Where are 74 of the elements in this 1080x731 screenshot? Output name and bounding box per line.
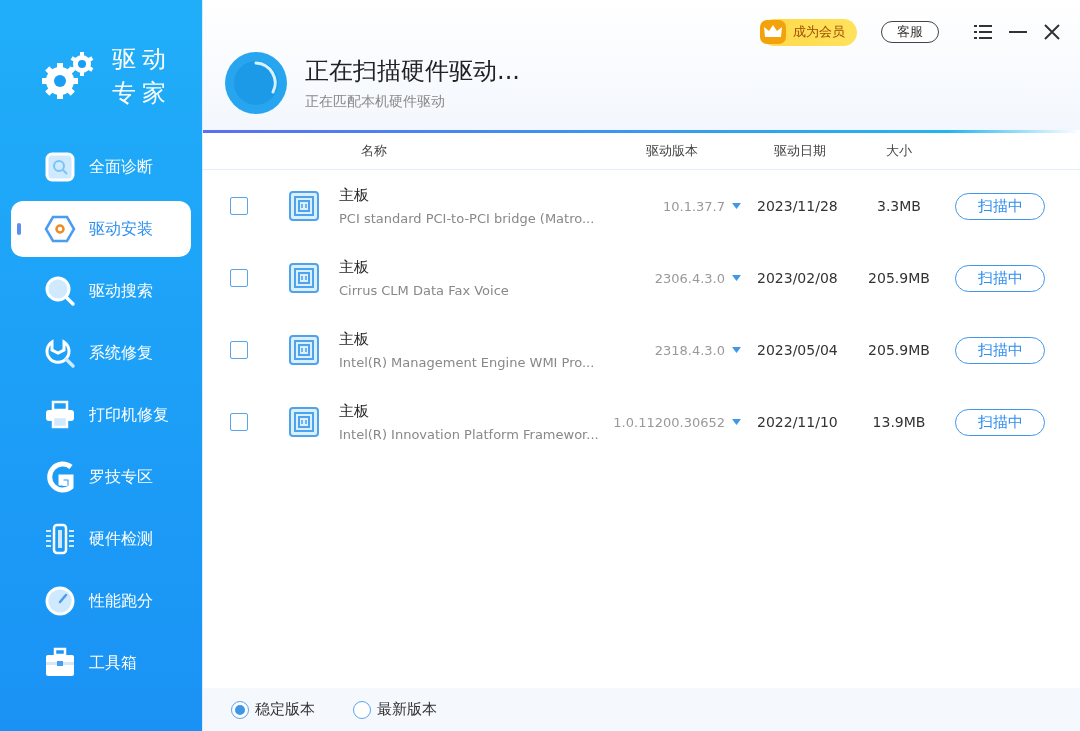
column-header: 大小 xyxy=(886,143,912,158)
gears-icon xyxy=(40,51,96,101)
driver-date: 2023/11/28 xyxy=(757,198,838,214)
member-button[interactable]: 成为会员 xyxy=(761,18,857,46)
spinner-icon xyxy=(225,52,287,114)
dropdown-caret-icon[interactable] xyxy=(731,347,741,353)
app-title: 专家 xyxy=(112,78,172,109)
version-text: 2306.4.3.0 xyxy=(654,270,725,286)
scanning-button[interactable]: 扫描中 xyxy=(955,192,1045,220)
search-icon xyxy=(44,275,76,307)
device-name: Intel(R) Innovation Platform Framewor... xyxy=(339,427,600,442)
sidebar-item[interactable]: 硬件检测 xyxy=(11,511,191,567)
board-icon xyxy=(289,263,319,293)
g-logo-icon xyxy=(44,461,76,493)
device-category: 主板 xyxy=(339,402,370,421)
close-icon[interactable] xyxy=(1044,24,1060,40)
option-label[interactable]: 稳定版本 xyxy=(255,700,315,719)
service-button[interactable]: 客服 xyxy=(881,21,939,43)
column-header: 驱动日期 xyxy=(774,143,826,158)
wrench-icon xyxy=(44,337,76,369)
sidebar-item[interactable]: 驱动安装 xyxy=(11,201,191,257)
sidebar-item[interactable]: 驱动搜索 xyxy=(11,263,191,319)
column-header: 驱动版本 xyxy=(646,143,698,158)
version-text: 10.1.37.7 xyxy=(662,198,725,214)
radio-button[interactable] xyxy=(231,700,249,719)
device-category: 主板 xyxy=(339,258,370,277)
sidebar-item[interactable]: 全面诊断 xyxy=(11,139,191,195)
scanning-button[interactable]: 扫描中 xyxy=(955,264,1045,292)
sidebar-item[interactable]: 性能跑分 xyxy=(11,573,191,629)
chip-icon xyxy=(44,523,76,555)
device-category: 主板 xyxy=(339,186,370,205)
dropdown-caret-icon[interactable] xyxy=(731,203,741,209)
board-icon xyxy=(289,191,319,221)
driver-date: 2022/11/10 xyxy=(757,414,838,430)
column-header: 名称 xyxy=(361,143,387,158)
board-icon xyxy=(289,335,319,365)
board-icon xyxy=(289,407,319,437)
scan-title: 正在扫描硬件驱动... xyxy=(305,56,520,87)
driver-date: 2023/05/04 xyxy=(757,342,838,358)
device-name: Intel(R) Management Engine WMI Pro... xyxy=(339,355,596,370)
selection-marker xyxy=(17,223,21,235)
checkbox[interactable] xyxy=(230,413,248,431)
search-icon xyxy=(44,151,76,183)
checkbox[interactable] xyxy=(230,341,248,359)
dropdown-caret-icon[interactable] xyxy=(731,275,741,281)
sidebar-item[interactable]: 系统修复 xyxy=(11,325,191,381)
scan-subtitle: 正在匹配本机硬件驱动 xyxy=(305,93,446,111)
menu-icon[interactable] xyxy=(974,25,992,39)
sidebar-item[interactable]: 罗技专区 xyxy=(11,449,191,505)
driver-date: 2023/02/08 xyxy=(757,270,838,286)
radio-button[interactable] xyxy=(353,700,371,719)
driver-size: 13.9MB xyxy=(872,414,926,430)
dropdown-caret-icon[interactable] xyxy=(731,419,741,425)
toolbox-icon xyxy=(44,647,76,679)
scanning-button[interactable]: 扫描中 xyxy=(955,408,1045,436)
checkbox[interactable] xyxy=(230,197,248,215)
checkbox[interactable] xyxy=(230,269,248,287)
device-category: 主板 xyxy=(339,330,370,349)
driver-size: 205.9MB xyxy=(868,342,930,358)
driver-size: 3.3MB xyxy=(877,198,921,214)
scanning-button[interactable]: 扫描中 xyxy=(955,336,1045,364)
device-name: PCI standard PCI-to-PCI bridge (Matro... xyxy=(339,211,596,226)
version-text: 1.0.11200.30652 xyxy=(613,414,725,430)
device-name: Cirrus CLM Data Fax Voice xyxy=(339,283,510,298)
driver-size: 205.9MB xyxy=(868,270,930,286)
gauge-icon xyxy=(44,585,76,617)
app-title: 驱动 xyxy=(112,44,172,75)
option-label[interactable]: 最新版本 xyxy=(377,700,437,719)
hexagon-icon xyxy=(44,213,76,245)
sidebar-item[interactable]: 工具箱 xyxy=(11,635,191,691)
crown-icon xyxy=(759,19,787,45)
printer-icon xyxy=(44,399,76,431)
version-text: 2318.4.3.0 xyxy=(654,342,725,358)
sidebar-item[interactable]: 打印机修复 xyxy=(11,387,191,443)
